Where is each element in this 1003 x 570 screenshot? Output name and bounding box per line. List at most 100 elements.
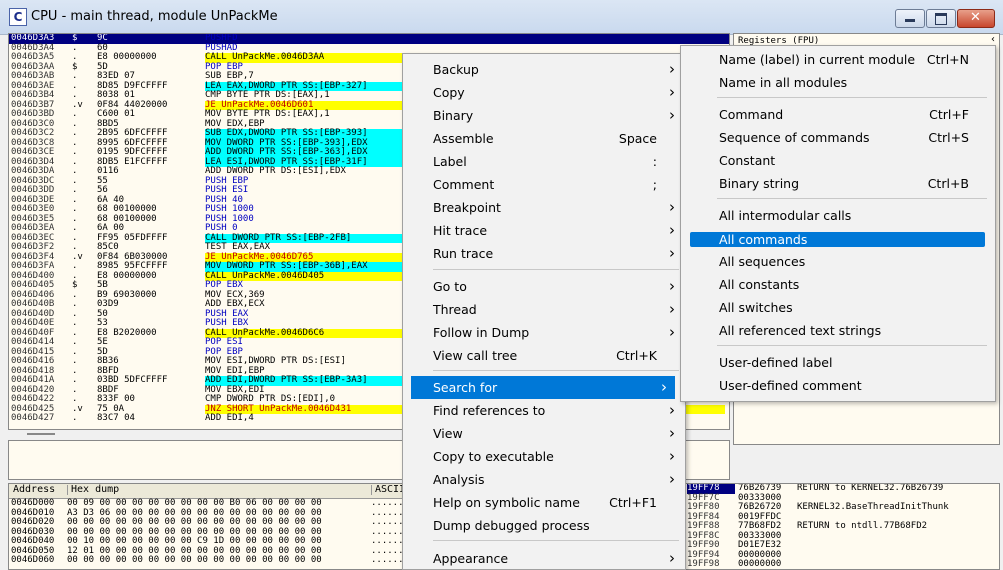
disasm-hex: 9C	[97, 33, 108, 43]
submenu-item-label: User-defined comment	[719, 378, 862, 393]
minimize-button[interactable]	[895, 9, 925, 28]
minimize-icon	[905, 19, 915, 22]
menu-item-label: Go to	[433, 279, 467, 294]
submenu-item-label: All switches	[719, 300, 793, 315]
menu-item-label: Copy	[433, 85, 465, 100]
menu-item-backup[interactable]: Backup ›	[403, 58, 683, 81]
splitter-handle[interactable]	[27, 433, 55, 435]
maximize-icon	[935, 13, 947, 25]
stack-row[interactable]: 19FF94 00000000	[685, 550, 999, 561]
menu-item-run-trace[interactable]: Run trace ›	[403, 242, 683, 265]
submenu-item-label: All intermodular calls	[719, 208, 852, 223]
chevron-right-icon: ›	[661, 378, 667, 396]
submenu-item-all-constants[interactable]: All constants	[681, 273, 993, 296]
close-button[interactable]: ✕	[957, 9, 995, 28]
menu-item-label: Follow in Dump	[433, 325, 530, 340]
stack-row[interactable]: 19FF98 00000000	[685, 559, 999, 569]
submenu-item-label: All commands	[719, 232, 808, 247]
menu-item-label: Copy to executable	[433, 449, 554, 464]
menu-item-comment[interactable]: Comment;	[403, 173, 683, 196]
chevron-right-icon: ›	[669, 106, 675, 124]
stack-comment: RETURN to KERNEL32.76B26739	[797, 483, 944, 493]
menu-item-copy-to-executable[interactable]: Copy to executable ›	[403, 445, 683, 468]
menu-separator	[433, 269, 679, 270]
dump-col-address[interactable]: Address	[13, 485, 55, 495]
stack-row[interactable]: 19FF88 77B68FD2 RETURN to ntdll.77B68FD2	[685, 521, 999, 532]
submenu-item-label: Name in all modules	[719, 75, 848, 90]
chevron-right-icon: ›	[669, 60, 675, 78]
stack-row[interactable]: 19FF80 76B26720 KERNEL32.BaseThreadInitThu…	[685, 502, 999, 513]
menu-item-label: Comment	[433, 177, 495, 192]
menu-item-help-on-symbolic-name[interactable]: Help on symbolic name Ctrl+F1	[403, 491, 683, 514]
submenu-item-user-defined-label[interactable]: User-defined label	[681, 351, 993, 374]
submenu-item-label: Command	[719, 107, 784, 122]
stack-row[interactable]: 19FF90 D01E7E32	[685, 540, 999, 551]
chevron-left-icon[interactable]: ‹	[991, 34, 995, 45]
submenu-item-command[interactable]: Command Ctrl+F	[681, 103, 993, 126]
menu-item-analysis[interactable]: Analysis ›	[403, 468, 683, 491]
menu-item-binary[interactable]: Binary ›	[403, 104, 683, 127]
dump-col-ascii[interactable]: ASCII	[371, 485, 405, 495]
chevron-right-icon: ›	[669, 244, 675, 262]
menu-item-label: Breakpoint	[433, 200, 501, 215]
submenu-item-all-sequences[interactable]: All sequences	[681, 250, 993, 273]
menu-item-find-references-to[interactable]: Find references to ›	[403, 399, 683, 422]
submenu-item-all-intermodular-calls[interactable]: All intermodular calls	[681, 204, 993, 227]
menu-item-follow-in-dump[interactable]: Follow in Dump ›	[403, 321, 683, 344]
menu-item-label: Label	[433, 154, 467, 169]
menu-item-label: Search for	[433, 380, 498, 395]
stack-pane[interactable]: 19FF78 76B26739 RETURN to KERNEL32.76B2673…	[684, 483, 1000, 570]
disasm-instruction: PUSHFD	[205, 33, 238, 43]
dump-hex: 00 00 00 00 00 00 00 00 00 00 00 00 00 0…	[67, 555, 322, 565]
menu-separator	[717, 198, 987, 199]
app-icon: C	[9, 8, 27, 26]
stack-row[interactable]: 19FF78 76B26739 RETURN to KERNEL32.76B2673…	[685, 484, 999, 494]
menu-item-thread[interactable]: Thread ›	[403, 298, 683, 321]
disasm-row[interactable]: 0046D3A3 $9C PUSHFD	[9, 34, 729, 44]
stack-row[interactable]: 19FF8C 00333000	[685, 531, 999, 542]
submenu-item-label: All referenced text strings	[719, 323, 882, 338]
disasm-hex: 5E	[97, 337, 108, 347]
menu-item-label: Binary	[433, 108, 474, 123]
menu-item-label: Appearance	[433, 551, 509, 566]
menu-item-breakpoint[interactable]: Breakpoint ›	[403, 196, 683, 219]
submenu-item-user-defined-comment[interactable]: User-defined comment	[681, 374, 993, 397]
menu-separator	[717, 345, 987, 346]
submenu-item-label: All constants	[719, 277, 800, 292]
menu-item-label: Help on symbolic name	[433, 495, 580, 510]
submenu-item-shortcut: Ctrl+B	[927, 176, 969, 191]
submenu-item-name-label-in-current-module[interactable]: Name (label) in current module Ctrl+N	[681, 48, 993, 71]
menu-separator	[433, 540, 679, 541]
menu-item-view[interactable]: View ›	[403, 422, 683, 445]
submenu-item-all-referenced-text-strings[interactable]: All referenced text strings	[681, 319, 993, 342]
chevron-right-icon: ›	[669, 83, 675, 101]
submenu-item-label: All sequences	[719, 254, 806, 269]
menu-item-hit-trace[interactable]: Hit trace ›	[403, 219, 683, 242]
disasm-hex: 50	[97, 308, 108, 319]
menu-item-appearance[interactable]: Appearance ›	[403, 547, 683, 570]
menu-item-copy[interactable]: Copy ›	[403, 81, 683, 104]
disasm-hex: E8 B2020000	[97, 327, 157, 338]
menu-item-go-to[interactable]: Go to ›	[403, 275, 683, 298]
menu-item-label: View call tree	[433, 348, 518, 363]
menu-item-dump-debugged-process[interactable]: Dump debugged process	[403, 514, 683, 537]
menu-item-label: Find references to	[433, 403, 546, 418]
dump-col-hex[interactable]: Hex dump	[67, 485, 119, 495]
submenu-item-sequence-of-commands[interactable]: Sequence of commands Ctrl+S	[681, 126, 993, 149]
menu-item-search-for[interactable]: Search for ›	[411, 376, 675, 399]
submenu-item-all-switches[interactable]: All switches	[681, 296, 993, 319]
menu-item-label: Hit trace	[433, 223, 488, 238]
stack-comment: KERNEL32.BaseThreadInitThunk	[797, 502, 949, 512]
submenu-item-binary-string[interactable]: Binary string Ctrl+B	[681, 172, 993, 195]
submenu-item-name-in-all-modules[interactable]: Name in all modules	[681, 71, 993, 94]
menu-item-shortcut: Ctrl+F1	[609, 495, 657, 510]
submenu-item-label: Binary string	[719, 176, 800, 191]
menu-item-label[interactable]: Label:	[403, 150, 683, 173]
maximize-button[interactable]	[926, 9, 956, 28]
submenu-item-all-commands[interactable]: All commands	[690, 232, 985, 247]
disasm-hex: 03D9	[97, 299, 119, 309]
menu-item-assemble[interactable]: Assemble Space	[403, 127, 683, 150]
dump-address: 0046D060	[11, 555, 55, 565]
submenu-item-constant[interactable]: Constant	[681, 149, 993, 172]
menu-item-view-call-tree[interactable]: View call tree Ctrl+K	[403, 344, 683, 367]
